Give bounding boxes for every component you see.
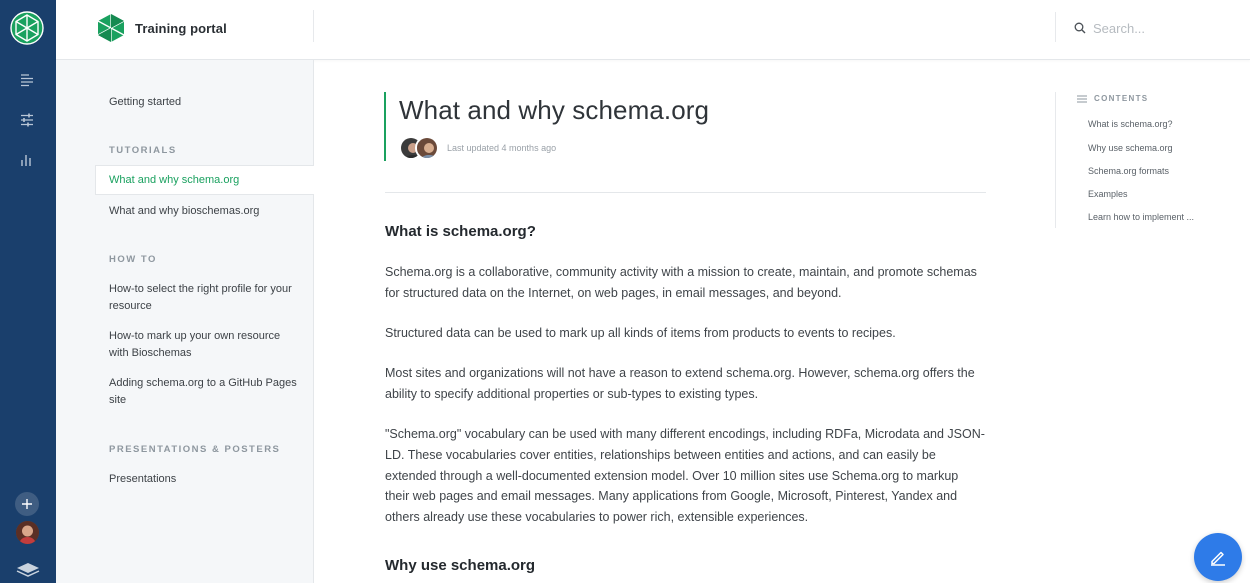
toc-link[interactable]: Examples [1088, 189, 1203, 199]
user-avatar[interactable] [16, 521, 39, 544]
header-divider [1055, 12, 1056, 42]
paragraph: "Schema.org" vocabulary can be used with… [385, 427, 985, 525]
search-icon [1074, 22, 1086, 34]
layers-icon[interactable] [15, 560, 41, 580]
page-header: What and why schema.org Last updated 4 m… [384, 92, 709, 161]
toc-link[interactable]: Learn how to implement ... [1088, 212, 1203, 222]
sidebar-heading-how-to: HOW TO [109, 254, 157, 265]
sidebar-item-select-profile[interactable]: How-to select the right profile for your… [109, 281, 299, 315]
last-updated: Last updated 4 months ago [447, 143, 557, 153]
app-logo-icon[interactable] [10, 11, 44, 45]
edit-button[interactable] [1194, 533, 1242, 581]
app-rail [0, 0, 56, 583]
toc-link[interactable]: What is schema.org? [1088, 119, 1203, 129]
table-of-contents: CONTENTS What is schema.org? Why use sch… [1055, 92, 1225, 228]
paragraph: Schema.org is a collaborative, community… [385, 265, 977, 300]
sidebar-item-github-pages[interactable]: Adding schema.org to a GitHub Pages site [109, 375, 299, 409]
search-box[interactable] [1074, 18, 1234, 38]
avatar[interactable] [415, 136, 439, 160]
edit-pencil-icon [1211, 551, 1225, 566]
toc-link[interactable]: Schema.org formats [1088, 166, 1203, 176]
paragraph: Most sites and organizations will not ha… [385, 366, 975, 401]
search-input[interactable] [1093, 20, 1233, 36]
top-header: Training portal [56, 0, 1250, 60]
sidebar-heading-tutorials: TUTORIALS [109, 145, 177, 156]
plus-icon[interactable] [15, 492, 39, 516]
sidebar-item-what-and-why-bioschemas[interactable]: What and why bioschemas.org [109, 203, 299, 220]
page-meta: Last updated 4 months ago [399, 136, 709, 160]
page-title: What and why schema.org [399, 95, 710, 125]
section-heading: Why use schema.org [385, 557, 536, 574]
brand-logo-icon [97, 14, 125, 42]
brand[interactable]: Training portal [96, 12, 227, 44]
toc-title: CONTENTS [1094, 94, 1149, 103]
list-icon [1077, 95, 1087, 102]
sidebar-item-what-and-why-schema-org[interactable]: What and why schema.org [95, 165, 314, 195]
sliders-icon[interactable] [17, 110, 37, 130]
sidebar-item-label: What and why schema.org [109, 174, 240, 186]
contributors[interactable] [399, 136, 441, 160]
paragraph: Structured data can be used to mark up a… [385, 326, 896, 340]
sidebar-item-mark-up-resource[interactable]: How-to mark up your own resource with Bi… [109, 328, 299, 362]
sidebar-heading-presentations: PRESENTATIONS & POSTERS [109, 444, 281, 455]
sidebar-item-getting-started[interactable]: Getting started [109, 94, 299, 111]
divider [385, 192, 986, 193]
sidebar-nav: Getting started TUTORIALS What and why s… [56, 60, 314, 583]
app-title: Training portal [135, 20, 227, 36]
header-divider [313, 10, 314, 42]
document-list-icon[interactable] [17, 70, 37, 90]
toc-header: CONTENTS [1077, 94, 1148, 103]
section-heading: What is schema.org? [385, 223, 536, 240]
toc-link[interactable]: Why use schema.org [1088, 143, 1203, 153]
bar-chart-icon[interactable] [17, 150, 37, 170]
sidebar-item-presentations[interactable]: Presentations [109, 471, 299, 488]
